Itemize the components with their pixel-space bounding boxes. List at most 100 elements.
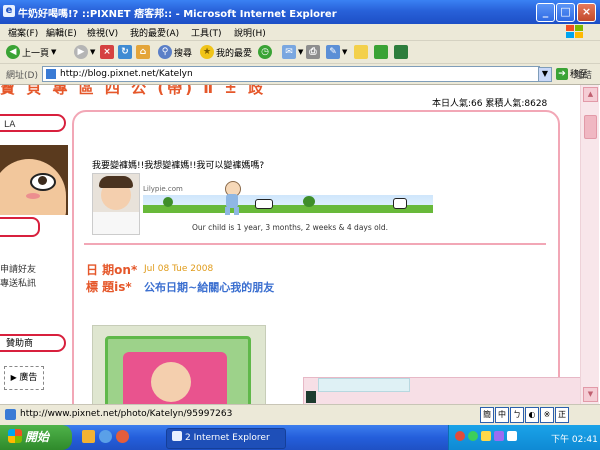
address-label: 網址(D) (6, 71, 38, 81)
panel-thumb-icon (306, 391, 316, 403)
stop-button[interactable]: × (100, 44, 114, 60)
vertical-scrollbar[interactable]: ▲ ▼ (580, 85, 599, 404)
tray-icon[interactable] (468, 431, 478, 441)
ad-label: 廣告 (19, 373, 38, 383)
lilypie-brand: Lilypie.com (143, 185, 183, 193)
star-icon: ★ (200, 45, 214, 59)
title-label: 標 題is* (86, 280, 132, 294)
messenger-button[interactable] (374, 44, 388, 60)
quicklaunch-icon[interactable] (82, 430, 95, 443)
minimize-button[interactable]: _ (536, 3, 555, 22)
menu-file[interactable]: 檔案(F) (8, 26, 38, 39)
close-button[interactable]: × (577, 3, 596, 22)
history-icon: ◷ (258, 45, 272, 59)
tray-icon[interactable] (507, 431, 517, 441)
tray-icon[interactable] (494, 431, 504, 441)
chevron-down-icon: ▼ (51, 48, 57, 56)
folder-icon (354, 45, 368, 59)
quicklaunch-icon[interactable] (116, 430, 129, 443)
address-bar: 網址(D) http://blog.pixnet.net/Katelyn ▼ ➔… (0, 64, 600, 85)
research-button[interactable] (394, 44, 408, 60)
post-divider (84, 243, 546, 245)
maximize-button[interactable]: □ (556, 3, 575, 22)
menu-help[interactable]: 說明(H) (234, 26, 266, 39)
task-label: 2 Internet Explorer (185, 433, 270, 443)
menu-tools[interactable]: 工具(T) (191, 26, 222, 39)
windows-logo-icon (8, 429, 22, 443)
home-button[interactable]: ⌂ (136, 44, 150, 60)
mail-button[interactable]: ✉ ▼ (282, 44, 303, 60)
lilypie-ticker[interactable] (143, 195, 433, 213)
sidebar-sponsor-header: 贊助商 (0, 334, 66, 352)
search-button[interactable]: ⚲ 搜尋 (158, 44, 192, 60)
menu-view[interactable]: 檢視(V) (87, 26, 118, 39)
scroll-down-icon[interactable]: ▼ (583, 387, 598, 402)
post-title[interactable]: 公布日期~給關心我的朋友 (144, 279, 274, 295)
scroll-thumb[interactable] (584, 115, 597, 139)
discuss-button[interactable] (354, 44, 368, 60)
back-button[interactable]: ◀ 上一頁 ▼ (6, 44, 56, 60)
search-icon: ⚲ (158, 45, 172, 59)
ie-icon: e (3, 5, 15, 17)
ime-button[interactable]: 簡 (480, 407, 494, 423)
status-url: http://www.pixnet.net/photo/Katelyn/9599… (20, 409, 233, 419)
ime-toolbar: 簡 中 ㄅ ◐ ※ 正 (480, 407, 569, 423)
taskbar-task-ie[interactable]: 2 Internet Explorer (166, 428, 286, 449)
address-input[interactable]: http://blog.pixnet.net/Katelyn (42, 66, 540, 82)
page-icon (46, 69, 56, 79)
ime-button[interactable]: ※ (540, 407, 554, 423)
back-label: 上一頁 (22, 48, 50, 59)
links-label[interactable]: 連結 (574, 68, 592, 81)
floating-pink-panel (303, 377, 580, 404)
address-dropdown-button[interactable]: ▼ (538, 67, 552, 82)
menu-edit[interactable]: 編輯(E) (46, 26, 77, 39)
ime-button[interactable]: 中 (495, 407, 509, 423)
ime-button[interactable]: 正 (555, 407, 569, 423)
sidebar-ad-box[interactable]: ▶ 廣告 (4, 366, 44, 390)
back-arrow-icon: ◀ (6, 45, 20, 59)
window-title: 牛奶好喝嗎!? ::PIXNET 痞客邦:: - Microsoft Inter… (18, 9, 337, 20)
page-loading-icon (5, 409, 16, 420)
panel-tab[interactable] (318, 378, 410, 392)
search-label: 搜尋 (174, 48, 193, 59)
sidebar-link-add-friend[interactable]: 申請好友 (0, 262, 36, 275)
status-bar: http://www.pixnet.net/photo/Katelyn/9599… (0, 404, 600, 425)
research-icon (394, 45, 408, 59)
menu-favorites[interactable]: 我的最愛(A) (130, 26, 179, 39)
stop-icon: × (100, 45, 114, 59)
chevron-down-icon: ▼ (90, 48, 96, 56)
forward-button[interactable]: ▶ ▼ (74, 44, 95, 60)
sidebar-profile-header: LA (0, 114, 66, 132)
mail-icon: ✉ (282, 45, 296, 59)
post-photo[interactable] (92, 325, 266, 404)
tray-icon[interactable] (455, 431, 465, 441)
ie-icon (172, 431, 182, 441)
print-button[interactable]: ⎙ (306, 44, 320, 60)
history-button[interactable]: ◷ (258, 44, 272, 60)
chevron-down-icon: ▼ (298, 48, 304, 56)
toolbar: ◀ 上一頁 ▼ ▶ ▼ × ↻ ⌂ ⚲ 搜尋 ★ 我的最愛 ◷ ✉ ▼ ⎙ ✎ … (0, 41, 600, 64)
sidebar-link-message[interactable]: 專送私訊 (0, 276, 36, 289)
menu-bar: 檔案(F) 編輯(E) 檢視(V) 我的最愛(A) 工具(T) 說明(H) (0, 24, 600, 41)
refresh-button[interactable]: ↻ (118, 44, 132, 60)
forward-arrow-icon: ▶ (74, 45, 88, 59)
scroll-up-icon[interactable]: ▲ (583, 87, 598, 102)
date-label: 日 期on* (86, 263, 138, 277)
start-button[interactable]: 開始 (0, 425, 72, 450)
ime-button[interactable]: ㄅ (510, 407, 524, 423)
favorites-button[interactable]: ★ 我的最愛 (200, 44, 252, 60)
address-url: http://blog.pixnet.net/Katelyn (60, 69, 193, 79)
ime-button[interactable]: ◐ (525, 407, 539, 423)
lilypie-ticker-text: Our child is 1 year, 3 months, 2 weeks &… (192, 223, 388, 232)
go-arrow-icon: ➔ (556, 67, 568, 80)
home-icon: ⌂ (136, 45, 150, 59)
baby-photo[interactable] (92, 173, 140, 235)
sidebar-section-pill (0, 217, 40, 237)
baby-cartoon-icon (222, 181, 242, 217)
edit-button[interactable]: ✎ ▼ (326, 44, 347, 60)
windows-logo-icon (566, 25, 586, 39)
quick-launch (82, 430, 129, 443)
quicklaunch-icon[interactable] (99, 430, 112, 443)
print-icon: ⎙ (306, 45, 320, 59)
tray-icon[interactable] (481, 431, 491, 441)
